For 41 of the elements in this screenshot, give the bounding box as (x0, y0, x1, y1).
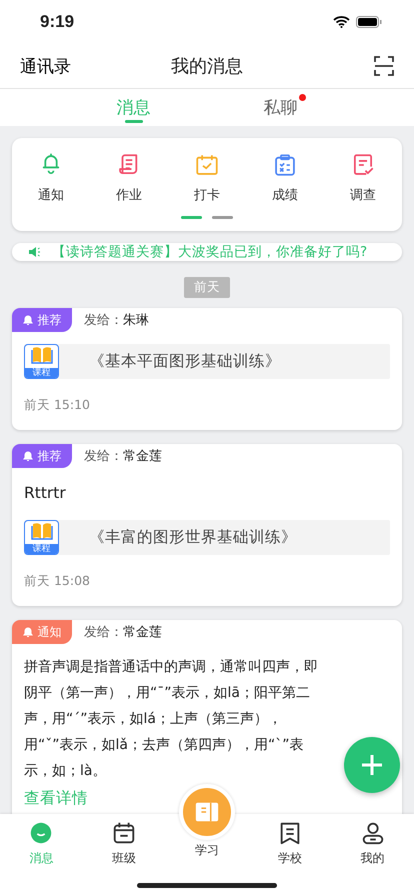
message-tag: 推荐 (12, 444, 72, 468)
bell-icon (22, 626, 32, 638)
battery-icon (356, 16, 382, 28)
recipient-label: 发给： (84, 624, 123, 641)
course-link[interactable]: 课程 《基本平面图形基础训练》 (24, 344, 390, 379)
message-text: 拼音声调是指普通话中的声调，通常叫四声，即阴平（第一声），用“ˉ”表示，如lā；阳平第二声，用“ˊ”表示，如lá；上声（第三声），用“ˇ”表示，如lǎ；去声（第四声），用“ˋ”表示，如；là。 (23, 658, 319, 781)
nav-item[interactable]: 学校 (248, 820, 332, 867)
recipient-name: 常金莲 (123, 448, 162, 465)
recipient-name: 朱琳 (123, 312, 149, 329)
category-button[interactable]: 成绩 (255, 152, 315, 204)
nav-item[interactable]: 班级 (82, 820, 166, 867)
recipient-label: 发给： (84, 312, 123, 329)
page-title: 我的消息 (171, 56, 243, 77)
speaker-icon (28, 246, 40, 258)
nav-item[interactable]: 我的 (331, 820, 414, 867)
category-button[interactable]: 打卡 (177, 152, 237, 204)
message-tag: 通知 (12, 620, 72, 644)
recipient-name: 常金莲 (123, 624, 162, 641)
course-icon: 课程 (24, 520, 59, 555)
recipient-label: 发给： (84, 448, 123, 465)
course-link[interactable]: 课程 《丰富的图形世界基础训练》 (24, 520, 390, 555)
message-time: 前天 15:08 (23, 572, 91, 590)
contacts-link[interactable]: 通讯录 (20, 54, 71, 78)
category-button[interactable]: 作业 (99, 152, 159, 204)
category-button[interactable]: 通知 (21, 152, 81, 204)
date-label: 前天 (184, 277, 230, 298)
status-time: 9:19 (40, 12, 74, 32)
bell-icon (22, 450, 32, 462)
bell-icon (22, 314, 32, 326)
notice-text: 【读诗答题通关赛】大波奖品已到，你准备好了吗? (52, 243, 368, 261)
message-card[interactable]: 推荐 发给：朱琳 课程 《基本平面图形基础训练》 前天 15:10 (12, 308, 402, 430)
plus-icon (361, 754, 383, 776)
wifi-icon (333, 16, 350, 28)
tab[interactable]: 私聊 (254, 89, 308, 123)
message-time: 前天 15:10 (23, 396, 91, 414)
scan-icon[interactable] (374, 56, 394, 76)
message-text: Rttrtr (23, 483, 67, 504)
category-button[interactable]: 调查 (333, 152, 393, 204)
course-icon: 课程 (24, 344, 59, 379)
message-card[interactable]: 推荐 发给：常金莲 Rttrtr 课程 《丰富的图形世界基础训练》 前天 15:08 (12, 444, 402, 606)
message-tag: 推荐 (12, 308, 72, 332)
